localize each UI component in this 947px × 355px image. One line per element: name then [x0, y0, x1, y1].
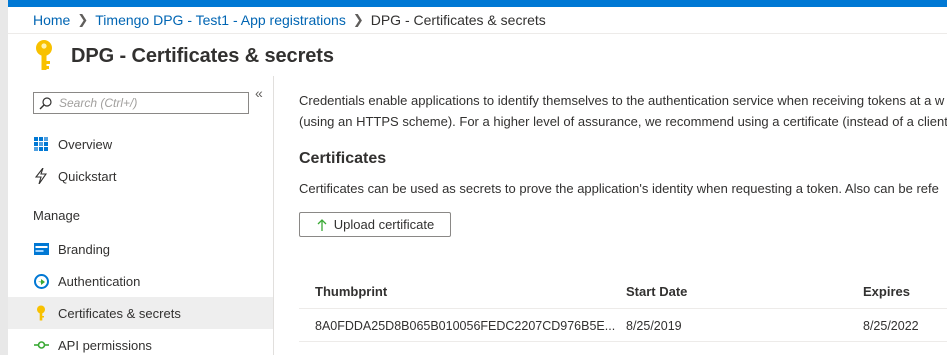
- sidebar-item-label: Overview: [58, 136, 113, 152]
- sidebar-item-label: Certificates & secrets: [58, 305, 181, 321]
- thumbprint-value: 8A0FDDA25D8B065B010056FEDC2207CD976B5E..…: [315, 318, 616, 333]
- left-edge: [0, 0, 8, 355]
- expires-value: 8/25/2022: [863, 318, 919, 333]
- description-line-1: Credentials enable applications to ident…: [299, 93, 945, 108]
- column-header-expires[interactable]: Expires: [863, 275, 910, 308]
- quickstart-bolt-icon: [33, 168, 49, 184]
- description-line-2: (using an HTTPS scheme). For a higher le…: [299, 114, 947, 129]
- search-placeholder: Search (Ctrl+/): [59, 96, 138, 110]
- search-input[interactable]: Search (Ctrl+/): [33, 92, 249, 114]
- key-icon: [33, 39, 55, 73]
- upload-certificate-button[interactable]: Upload certificate: [299, 212, 451, 237]
- column-header-start-date[interactable]: Start Date: [626, 275, 687, 308]
- page-title: DPG - Certificates & secrets: [71, 44, 334, 67]
- chevron-right-icon: ❯: [77, 12, 89, 27]
- collapse-sidebar-icon[interactable]: «: [255, 85, 263, 101]
- overview-grid-icon: [33, 136, 49, 152]
- top-accent-bar: [0, 0, 947, 7]
- sidebar-item-label: Branding: [58, 241, 111, 257]
- upload-certificate-label: Upload certificate: [333, 217, 435, 232]
- certificates-table-header: Thumbprint Start Date Expires: [299, 275, 947, 309]
- header-divider: [8, 33, 947, 34]
- search-icon: [38, 96, 53, 111]
- table-row[interactable]: 8A0FDDA25D8B065B010056FEDC2207CD976B5E..…: [299, 310, 947, 342]
- sidebar-item-label: Quickstart: [58, 168, 117, 184]
- credentials-description: Credentials enable applications to ident…: [299, 90, 947, 132]
- sidebar: Search (Ctrl+/) « Overview Quickstart Ma…: [8, 76, 274, 355]
- sidebar-item-label: API permissions: [58, 337, 152, 353]
- authentication-icon: [33, 273, 49, 289]
- chevron-right-icon: ❯: [352, 12, 364, 27]
- sidebar-item-branding[interactable]: Branding: [8, 233, 273, 265]
- sidebar-item-label: Authentication: [58, 273, 141, 289]
- breadcrumb: Home ❯ Timengo DPG - Test1 - App registr…: [33, 11, 546, 29]
- upload-arrow-icon: [316, 218, 328, 232]
- start-date-value: 8/25/2019: [626, 318, 682, 333]
- breadcrumb-current: DPG - Certificates & secrets: [370, 12, 546, 28]
- breadcrumb-app-registrations[interactable]: Timengo DPG - Test1 - App registrations: [95, 12, 346, 28]
- sidebar-item-quickstart[interactable]: Quickstart: [8, 160, 273, 192]
- breadcrumb-home[interactable]: Home: [33, 12, 70, 28]
- key-icon: [33, 305, 49, 321]
- certificates-description: Certificates can be used as secrets to p…: [299, 181, 939, 196]
- page-header: DPG - Certificates & secrets: [33, 37, 334, 75]
- api-permissions-icon: [33, 337, 49, 353]
- sidebar-item-certificates-secrets[interactable]: Certificates & secrets: [8, 297, 273, 329]
- sidebar-item-authentication[interactable]: Authentication: [8, 265, 273, 297]
- sidebar-group-manage: Manage: [33, 208, 80, 223]
- certificates-heading: Certificates: [299, 150, 387, 167]
- column-header-thumbprint[interactable]: Thumbprint: [315, 275, 387, 308]
- sidebar-item-api-permissions[interactable]: API permissions: [8, 329, 273, 355]
- branding-icon: [33, 241, 49, 257]
- sidebar-item-overview[interactable]: Overview: [8, 128, 273, 160]
